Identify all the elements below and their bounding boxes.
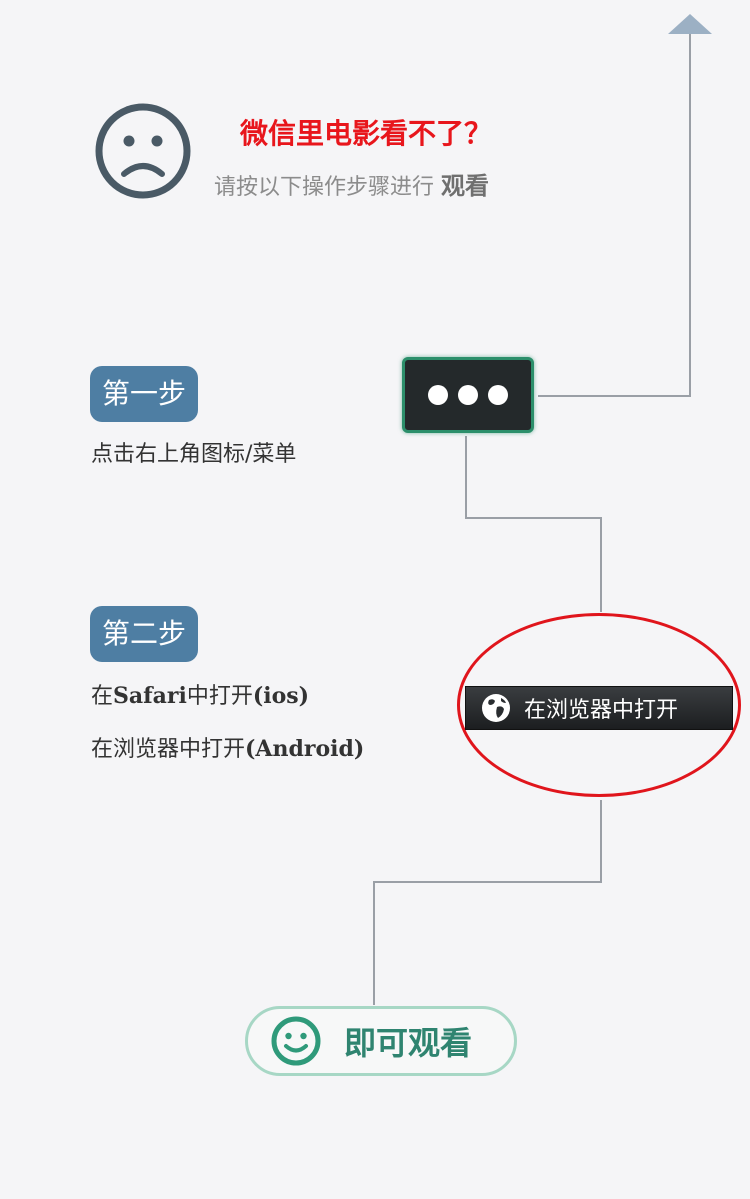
connector-step2-finish [373, 800, 602, 1005]
watch-now-label: 即可观看 [344, 1024, 473, 1062]
android-prefix: 在浏览器中打开 [91, 737, 246, 762]
subtitle-text: 请按以下操作步骤进行 [214, 175, 435, 200]
happy-face-icon [271, 1016, 321, 1066]
page-subtitle: 请按以下操作步骤进行 观看 [214, 166, 489, 201]
more-dot [428, 385, 448, 405]
open-in-browser-button[interactable]: 在浏览器中打开 [465, 686, 733, 730]
more-dot [488, 385, 508, 405]
open-in-browser-label: 在浏览器中打开 [524, 698, 679, 723]
more-dot [458, 385, 478, 405]
ios-platform: (ios) [252, 683, 310, 709]
watch-now-pill: 即可观看 [245, 1006, 517, 1076]
arrow-line [538, 34, 691, 397]
ios-prefix: 在 [91, 684, 114, 709]
step1-instruction: 点击右上角图标/菜单 [91, 442, 297, 467]
sad-face-icon [95, 103, 191, 199]
step2-badge: 第二步 [90, 606, 199, 662]
step2-instruction-ios: 在Safari中打开(ios) [91, 678, 309, 710]
subtitle-emphasis: 观看 [441, 172, 490, 200]
android-platform: (Android) [245, 736, 365, 762]
arrow-up-icon [668, 14, 712, 34]
globe-icon [482, 694, 510, 722]
more-menu-button[interactable] [402, 357, 534, 433]
connector-step1-step2 [465, 436, 602, 612]
page-title: 微信里电影看不了？ [240, 117, 493, 150]
step2-instruction-android: 在浏览器中打开(Android) [91, 731, 364, 763]
ios-mid: 中打开 [186, 684, 253, 709]
ios-browser-name: Safari [113, 683, 187, 709]
step1-badge: 第一步 [90, 366, 199, 422]
